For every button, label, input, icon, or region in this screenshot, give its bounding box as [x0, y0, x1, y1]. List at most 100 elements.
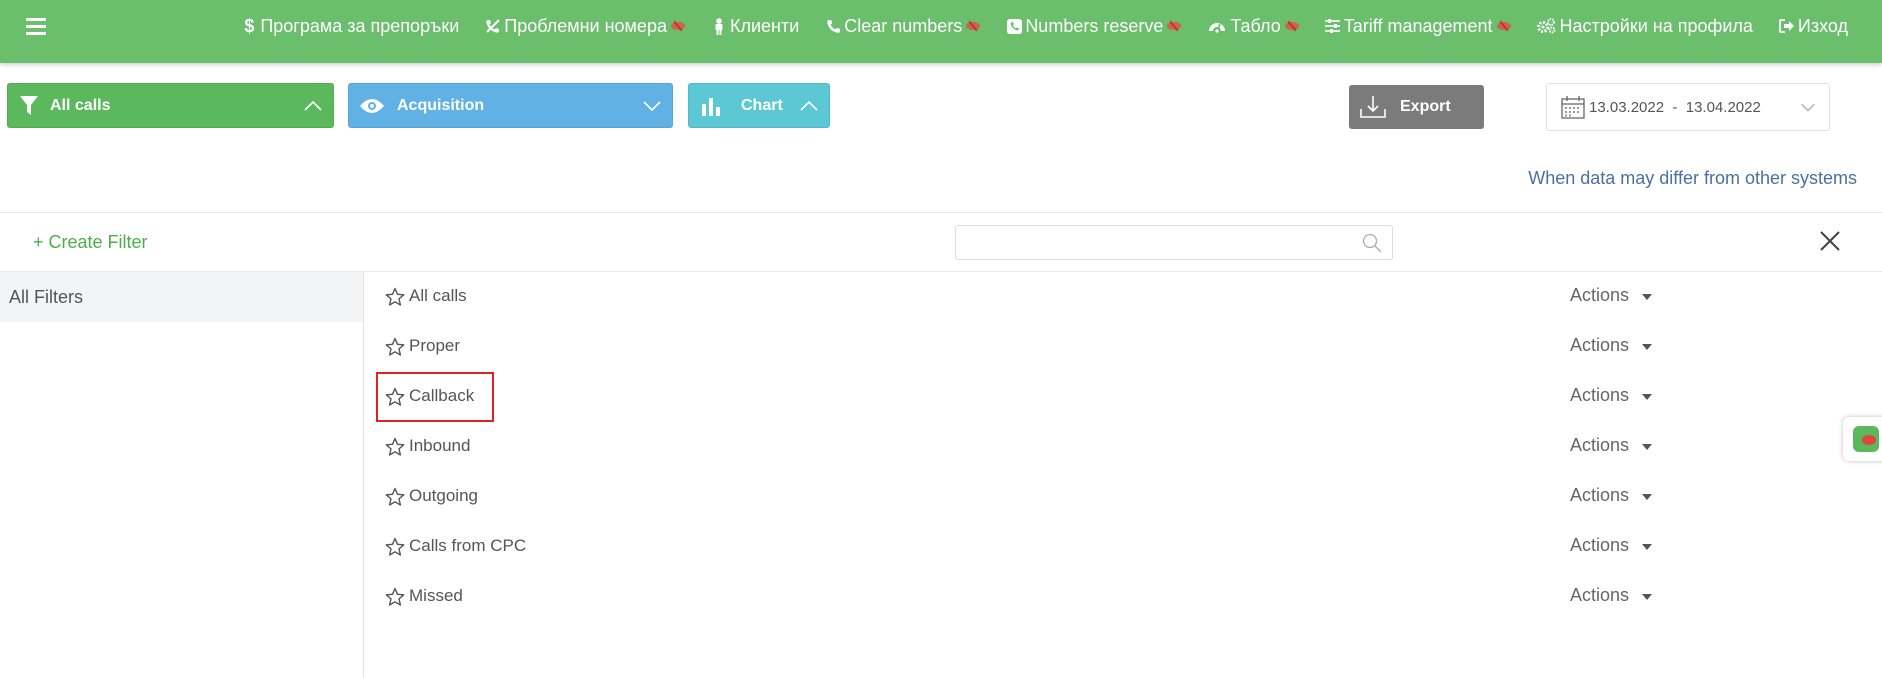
filter-row: Inbound Actions — [364, 422, 1882, 472]
chevron-down-icon — [643, 101, 661, 112]
calendar-icon — [1561, 96, 1585, 119]
filter-name[interactable]: Calls from CPC — [409, 536, 526, 556]
actions-dropdown[interactable]: Actions — [1570, 285, 1653, 306]
chart-dropdown-label: Chart — [741, 96, 783, 114]
chart-dropdown[interactable]: Chart — [688, 83, 830, 128]
filter-dropdown-label: All calls — [50, 96, 111, 114]
star-icon[interactable] — [385, 437, 405, 457]
download-icon — [1360, 96, 1386, 118]
actions-dropdown[interactable]: Actions — [1570, 435, 1653, 456]
cogs-icon — [1537, 17, 1557, 35]
actions-label: Actions — [1570, 585, 1630, 605]
acquisition-dropdown-label: Acquisition — [397, 96, 485, 114]
filter-row: Outgoing Actions — [364, 472, 1882, 522]
search-icon[interactable] — [1362, 233, 1382, 253]
filter-name[interactable]: All calls — [409, 286, 467, 306]
actions-label: Actions — [1570, 535, 1630, 555]
nav-item-dashboard[interactable]: Табло — [1207, 16, 1299, 37]
hidden-eye-icon — [1496, 21, 1511, 31]
caret-down-icon — [1642, 393, 1653, 400]
filter-dropdown[interactable]: All calls — [7, 83, 334, 128]
actions-dropdown[interactable]: Actions — [1570, 535, 1653, 556]
filter-row: All calls Actions — [364, 272, 1882, 322]
muted-phone-icon — [485, 17, 501, 35]
top-navbar: $ Програма за препоръки Проблемни номера… — [0, 0, 1882, 63]
divider — [0, 212, 1882, 213]
hidden-eye-icon — [1167, 21, 1182, 31]
nav-item-logout[interactable]: Изход — [1778, 15, 1848, 37]
sliders-icon — [1325, 17, 1341, 35]
filter-search-input[interactable] — [956, 226, 1356, 259]
callback-highlight-box — [376, 372, 494, 422]
nav-item-profile-settings[interactable]: Настройки на профила — [1537, 16, 1753, 37]
bar-chart-icon — [702, 97, 720, 116]
caret-down-icon — [1642, 293, 1653, 300]
menu-toggle-icon[interactable] — [26, 18, 46, 35]
hidden-eye-icon — [670, 21, 685, 31]
nav-item-referral-program[interactable]: $ Програма за препоръки — [241, 16, 459, 37]
actions-label: Actions — [1570, 435, 1630, 455]
nav-item-label: Numbers reserve — [1025, 15, 1164, 36]
nav-item-label: Клиенти — [729, 15, 800, 36]
nav-item-label: Tariff management — [1343, 15, 1493, 36]
nav-item-clients[interactable]: Клиенти — [711, 16, 799, 37]
actions-label: Actions — [1570, 335, 1630, 355]
chat-widget-logo-icon — [1853, 426, 1879, 452]
star-icon[interactable] — [385, 487, 405, 507]
filter-row: Calls from CPC Actions — [364, 522, 1882, 572]
data-difference-info-link[interactable]: When data may differ from other systems — [1528, 168, 1857, 189]
actions-dropdown[interactable]: Actions — [1570, 585, 1653, 606]
sidebar-item-all-filters[interactable]: All Filters — [0, 272, 363, 322]
sign-out-icon — [1778, 17, 1795, 35]
actions-label: Actions — [1570, 385, 1630, 405]
export-button[interactable]: Export — [1349, 85, 1484, 129]
filter-row: Missed Actions — [364, 572, 1882, 622]
funnel-icon — [20, 95, 38, 115]
star-icon[interactable] — [385, 337, 405, 357]
chevron-up-icon — [800, 100, 818, 111]
nav-item-label: Програма за препоръки — [260, 15, 460, 36]
star-icon[interactable] — [385, 287, 405, 307]
user-icon — [711, 17, 727, 35]
filter-name[interactable]: Outgoing — [409, 486, 478, 506]
nav-item-label: Изход — [1797, 15, 1848, 36]
chevron-down-icon — [1801, 103, 1815, 112]
nav-item-problem-numbers[interactable]: Проблемни номера — [485, 16, 685, 37]
nav-item-tariff-management[interactable]: Tariff management — [1325, 16, 1511, 37]
actions-label: Actions — [1570, 485, 1630, 505]
hidden-eye-icon — [966, 21, 981, 31]
hidden-eye-icon — [1284, 21, 1299, 31]
date-range-picker[interactable]: 13.03.2022 - 13.04.2022 — [1546, 83, 1830, 131]
export-button-label: Export — [1400, 98, 1451, 115]
acquisition-dropdown[interactable]: Acquisition — [348, 83, 673, 128]
filter-name[interactable]: Proper — [409, 336, 460, 356]
dollar-icon: $ — [244, 15, 255, 36]
actions-dropdown[interactable]: Actions — [1570, 335, 1653, 356]
caret-down-icon — [1642, 443, 1653, 450]
nav-item-label: Clear numbers — [844, 15, 963, 36]
close-icon[interactable] — [1818, 229, 1842, 253]
dashboard-icon — [1207, 17, 1227, 35]
phone-icon — [825, 17, 841, 35]
filters-sidebar: All Filters — [0, 272, 364, 678]
create-filter-link[interactable]: + Create Filter — [33, 232, 148, 253]
filter-row: Proper Actions — [364, 322, 1882, 372]
caret-down-icon — [1642, 543, 1653, 550]
caret-down-icon — [1642, 343, 1653, 350]
actions-dropdown[interactable]: Actions — [1570, 485, 1653, 506]
actions-dropdown[interactable]: Actions — [1570, 385, 1653, 406]
caret-down-icon — [1642, 493, 1653, 500]
chat-widget-button[interactable] — [1843, 417, 1882, 461]
eye-icon — [360, 98, 384, 113]
caret-down-icon — [1642, 593, 1653, 600]
phone-square-icon — [1006, 17, 1022, 35]
main-nav: $ Програма за препоръки Проблемни номера… — [241, 0, 1848, 52]
star-icon[interactable] — [385, 587, 405, 607]
filter-name[interactable]: Inbound — [409, 436, 470, 456]
filter-row: Callback Actions — [364, 372, 1882, 422]
star-icon[interactable] — [385, 537, 405, 557]
nav-item-numbers-reserve[interactable]: Numbers reserve — [1006, 15, 1182, 37]
filter-name[interactable]: Missed — [409, 586, 463, 606]
nav-item-label: Настройки на профила — [1559, 15, 1753, 36]
nav-item-clear-numbers[interactable]: Clear numbers — [825, 15, 981, 37]
